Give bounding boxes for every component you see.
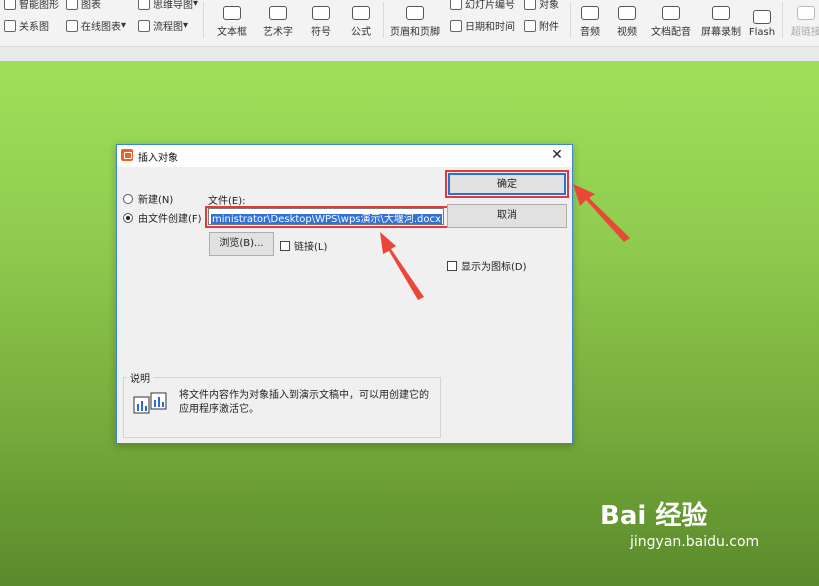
symbol-button[interactable]: 符号 bbox=[302, 0, 340, 38]
microphone-icon bbox=[662, 6, 680, 20]
calendar-icon bbox=[450, 19, 462, 32]
object-button[interactable]: 对象 bbox=[524, 0, 559, 11]
cancel-button[interactable]: 取消 bbox=[447, 204, 567, 228]
flowchart-icon bbox=[138, 19, 150, 32]
header-footer-icon bbox=[406, 6, 424, 20]
smart-graphic-icon bbox=[4, 0, 16, 10]
speaker-icon bbox=[581, 6, 599, 20]
dialog-titlebar[interactable]: 插入对象 ✕ bbox=[117, 145, 572, 167]
slide-number-button[interactable]: 幻灯片编号 bbox=[450, 0, 515, 11]
link-checkbox-box[interactable] bbox=[280, 240, 290, 251]
mind-map-icon bbox=[138, 0, 150, 10]
ribbon-bottom-strip bbox=[0, 47, 819, 61]
mind-map-button[interactable]: 思维导图 ▾ bbox=[138, 0, 198, 11]
object-icon bbox=[524, 0, 536, 10]
video-button[interactable]: 视频 bbox=[610, 0, 644, 38]
link-checkbox[interactable]: 链接(L) bbox=[280, 238, 327, 253]
link-checkbox-label: 链接(L) bbox=[294, 242, 328, 253]
watermark-logo: Bai 经验 bbox=[600, 501, 708, 531]
online-chart-button[interactable]: 在线图表 ▾ bbox=[66, 18, 126, 33]
show-as-icon-label: 显示为图标(D) bbox=[461, 262, 527, 273]
doc-voiceover-button[interactable]: 文档配音 bbox=[648, 0, 694, 38]
ok-highlight-box bbox=[445, 170, 569, 198]
watermark-url: jingyan.baidu.com bbox=[630, 534, 760, 550]
wordart-icon bbox=[269, 6, 287, 20]
video-icon bbox=[618, 6, 636, 20]
insert-object-result-icon bbox=[133, 392, 167, 414]
browse-button[interactable]: 浏览(B)... bbox=[209, 232, 274, 256]
radio-circle-selected[interactable] bbox=[123, 212, 133, 223]
ribbon-separator bbox=[570, 2, 571, 38]
radio-circle[interactable] bbox=[123, 193, 133, 204]
ribbon-separator bbox=[383, 2, 384, 38]
link-icon bbox=[797, 6, 815, 20]
pi-icon bbox=[352, 6, 370, 20]
dialog-title: 插入对象 bbox=[138, 153, 178, 164]
radio-create-from-file[interactable]: 由文件创建(F) bbox=[123, 210, 202, 225]
description-text: 将文件内容作为对象插入到演示文稿中，可以用创建它的应用程序激活它。 bbox=[179, 390, 429, 415]
wps-app-icon bbox=[121, 149, 133, 161]
screen-record-icon bbox=[712, 6, 730, 20]
formula-button[interactable]: 公式 bbox=[342, 0, 380, 38]
file-path-highlight-box bbox=[205, 206, 451, 228]
chart-icon bbox=[66, 0, 78, 10]
close-button[interactable]: ✕ bbox=[548, 146, 566, 164]
insert-object-dialog: 插入对象 ✕ 新建(N) 由文件创建(F) 文件(E): ministrator… bbox=[116, 144, 573, 444]
radio-create-new-label: 新建(N) bbox=[138, 195, 174, 206]
attachment-button[interactable]: 附件 bbox=[524, 18, 559, 33]
hyperlink-button[interactable]: 超链接 bbox=[786, 0, 819, 38]
screen-record-button[interactable]: 屏幕录制 bbox=[698, 0, 744, 38]
textbox-icon bbox=[223, 6, 241, 20]
online-chart-icon bbox=[66, 19, 78, 32]
file-label: 文件(E): bbox=[208, 196, 246, 207]
wordart-button[interactable]: 艺术字 bbox=[256, 0, 300, 38]
radio-create-from-file-label: 由文件创建(F) bbox=[138, 214, 202, 225]
flowchart-button[interactable]: 流程图 ▾ bbox=[138, 18, 188, 33]
description-group-label: 说明 bbox=[127, 370, 153, 385]
paperclip-icon bbox=[524, 19, 536, 32]
show-as-icon-checkbox-box[interactable] bbox=[447, 260, 457, 271]
show-as-icon-checkbox[interactable]: 显示为图标(D) bbox=[447, 258, 527, 273]
ribbon-separator bbox=[782, 2, 783, 38]
chart-button[interactable]: 图表 bbox=[66, 0, 101, 11]
radio-create-new[interactable]: 新建(N) bbox=[123, 191, 173, 206]
omega-icon bbox=[312, 6, 330, 20]
baidu-watermark: Bai 经验 jingyan.baidu.com bbox=[600, 495, 759, 550]
textbox-button[interactable]: 文本框 bbox=[210, 0, 254, 38]
flash-icon bbox=[753, 10, 771, 24]
audio-button[interactable]: 音频 bbox=[574, 0, 606, 38]
relation-chart-icon bbox=[4, 19, 16, 32]
smart-graphic-button[interactable]: 智能图形 bbox=[4, 0, 59, 11]
slide-number-icon bbox=[450, 0, 462, 10]
relation-chart-button[interactable]: 关系图 bbox=[4, 18, 49, 33]
flash-button[interactable]: Flash bbox=[746, 0, 778, 38]
ribbon-separator bbox=[203, 2, 204, 38]
ribbon-toolbar: 智能图形 图表 思维导图 ▾ 关系图 在线图表 ▾ 流程图 ▾ 文本框 艺术字 符号 … bbox=[0, 0, 819, 47]
date-time-button[interactable]: 日期和时间 bbox=[450, 18, 515, 33]
header-footer-button[interactable]: 页眉和页脚 bbox=[388, 0, 442, 38]
